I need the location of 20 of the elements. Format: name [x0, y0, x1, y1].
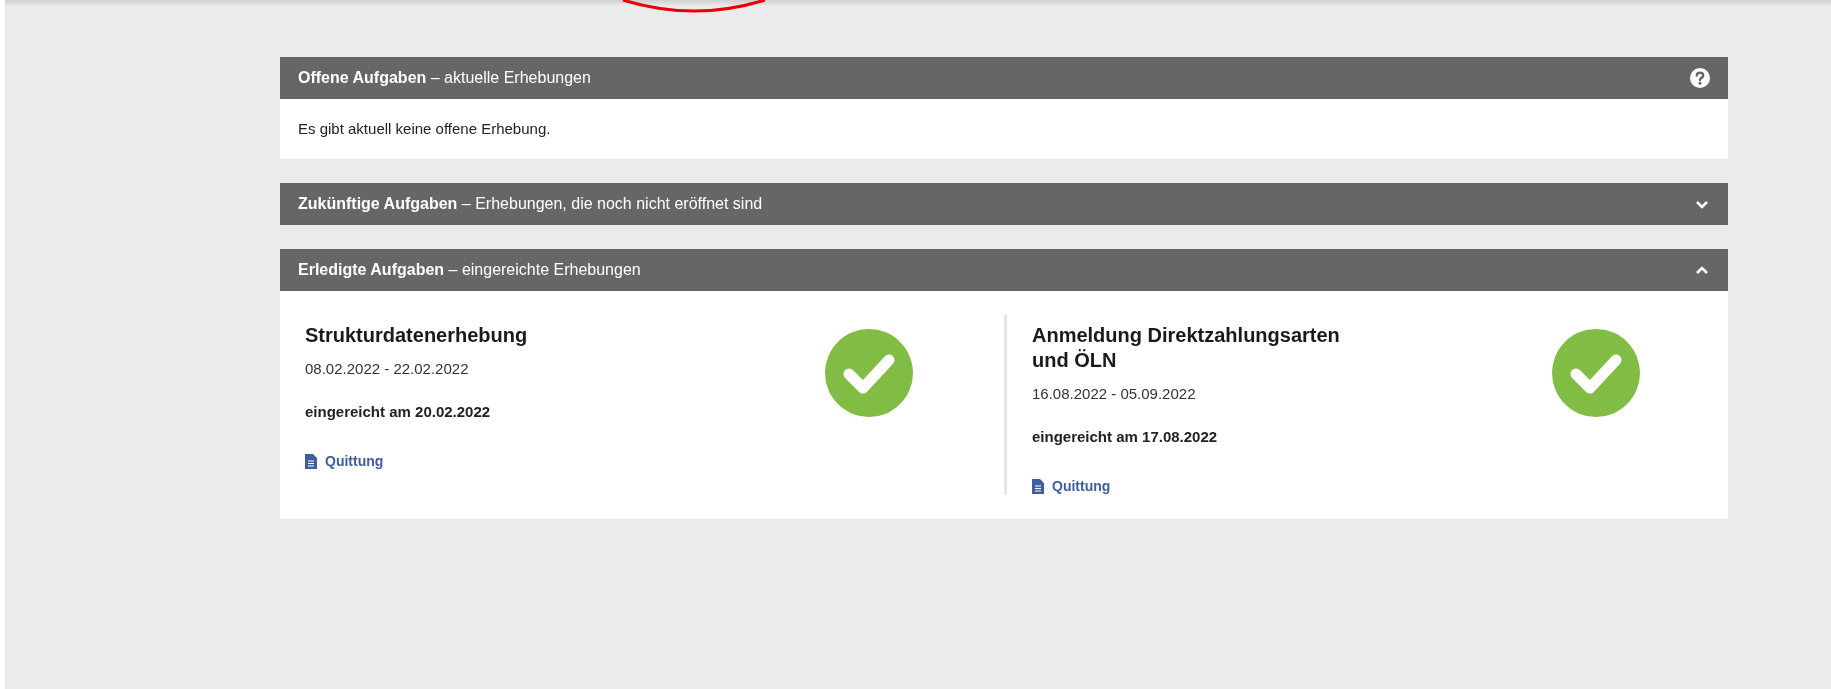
receipt-link[interactable]: Quittung — [1032, 476, 1111, 497]
receipt-link[interactable]: Quittung — [305, 451, 384, 472]
panel-title: Offene Aufgaben – aktuelle Erhebungen — [298, 68, 591, 88]
panel-header[interactable]: Erledigte Aufgaben – eingereichte Erhebungen — [280, 249, 1728, 291]
checkmark-icon — [825, 329, 913, 417]
survey-period: 08.02.2022 - 22.02.2022 — [305, 359, 470, 379]
panel-title: Erledigte Aufgaben – eingereichte Erhebungen — [298, 260, 641, 280]
submission-date: eingereicht am 17.08.2022 — [1032, 426, 1219, 447]
panel-header[interactable]: Zukünftige Aufgaben – Erhebungen, die noch nicht eröffnet sind — [280, 183, 1728, 225]
survey-period: 16.08.2022 - 05.09.2022 — [1032, 384, 1197, 404]
help-icon[interactable] — [1690, 68, 1710, 88]
survey-title: Strukturdatenerhebung — [305, 323, 529, 348]
document-icon — [305, 454, 317, 469]
document-icon — [1032, 479, 1044, 494]
panel-title: Zukünftige Aufgaben – Erhebungen, die noch nicht eröffnet sind — [298, 194, 763, 214]
survey-title: Anmeldung Direktzahlungsarten und ÖLN — [1032, 323, 1341, 373]
checkmark-icon — [1552, 329, 1640, 417]
empty-message: Es gibt aktuell keine offene Erhebung. — [298, 118, 551, 139]
submission-date: eingereicht am 20.02.2022 — [305, 401, 492, 422]
panel-header[interactable]: Offene Aufgaben – aktuelle Erhebungen — [280, 57, 1728, 99]
